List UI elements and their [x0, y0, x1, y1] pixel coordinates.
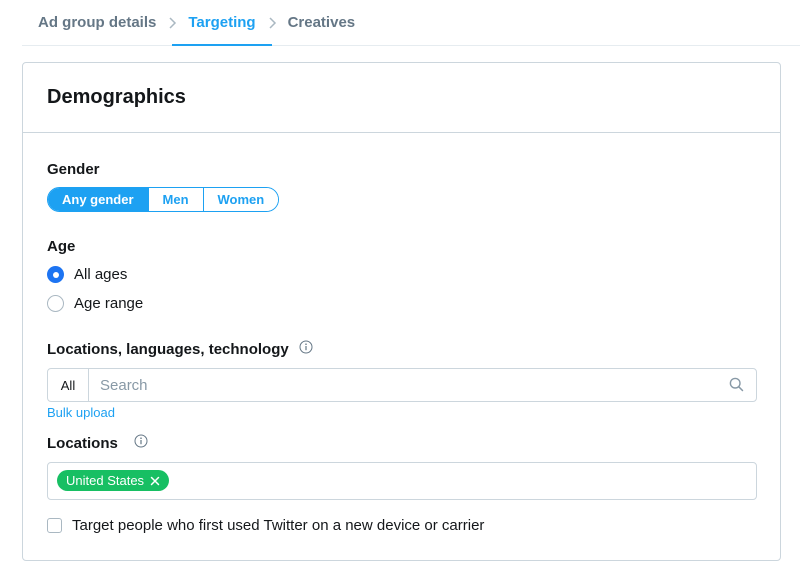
card-header: Demographics	[23, 63, 780, 133]
location-tag-label: United States	[66, 473, 145, 488]
tab-label: Targeting	[188, 14, 256, 31]
gender-label: Gender	[47, 161, 100, 178]
tab-label: Creatives	[287, 14, 356, 31]
search-icon[interactable]	[729, 377, 744, 397]
close-icon[interactable]	[150, 476, 160, 486]
tab-ad-group-details[interactable]: Ad group details	[22, 0, 172, 45]
location-tag: United States	[57, 470, 170, 491]
new-device-label: Target people who first used Twitter on …	[72, 517, 485, 534]
new-device-checkbox[interactable]	[47, 518, 62, 533]
llt-label-text: Locations, languages, technology	[47, 341, 289, 358]
search-scope-selector[interactable]: All	[48, 369, 89, 401]
gender-women-button[interactable]: Women	[202, 188, 279, 211]
locations-tag-box[interactable]: United States	[47, 462, 757, 500]
search-input[interactable]	[89, 369, 756, 401]
llt-label: Locations, languages, technology	[47, 340, 313, 358]
tab-label: Ad group details	[38, 14, 157, 31]
locations-label: Locations	[47, 434, 148, 452]
demographics-card: Demographics Gender Any gender Men Women…	[22, 62, 781, 561]
tab-creatives[interactable]: Creatives	[272, 0, 372, 45]
age-option-label: All ages	[74, 266, 128, 283]
bulk-upload-link[interactable]: Bulk upload	[47, 405, 115, 420]
age-all-ages-option[interactable]: All ages	[47, 266, 127, 283]
gender-men-button[interactable]: Men	[147, 188, 203, 211]
info-icon[interactable]	[134, 434, 148, 452]
card-title: Demographics	[47, 86, 186, 108]
gender-any-button[interactable]: Any gender	[48, 188, 148, 211]
info-icon[interactable]	[299, 340, 313, 358]
gender-segmented-control: Any gender Men Women	[47, 187, 280, 212]
llt-search-box: All	[47, 368, 757, 402]
radio-checked-icon[interactable]	[47, 266, 64, 283]
age-option-label: Age range	[74, 295, 144, 312]
new-device-option[interactable]: Target people who first used Twitter on …	[47, 517, 484, 534]
age-label: Age	[47, 238, 76, 255]
age-range-option[interactable]: Age range	[47, 295, 143, 312]
locations-label-text: Locations	[47, 435, 118, 452]
tab-targeting[interactable]: Targeting	[172, 0, 272, 46]
breadcrumb: Ad group details Targeting Creatives	[22, 0, 800, 46]
radio-unchecked-icon[interactable]	[47, 295, 64, 312]
